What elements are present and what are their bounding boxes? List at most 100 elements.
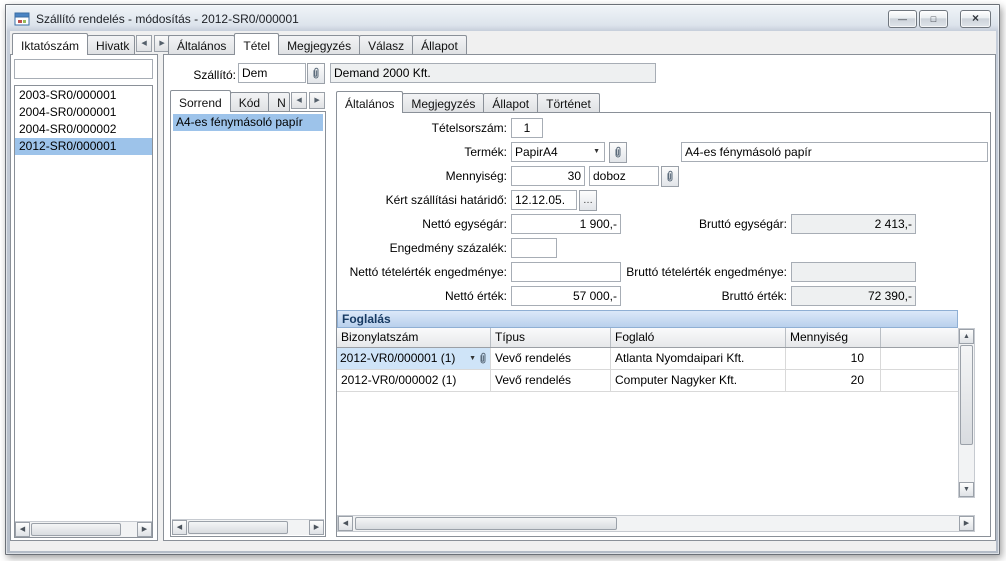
reservation-row[interactable]: 2012-VR0/000002 (1) Vevő rendelés Comput… [337,370,958,392]
tab-valasz[interactable]: Válasz [359,35,413,54]
list-item[interactable]: 2004-SR0/000002 [15,121,152,138]
tab-detail-allapot[interactable]: Állapot [483,93,538,112]
left-tab-strip: Iktatószám Hivatk ◀ ▶ [12,33,170,54]
supplier-name-field: Demand 2000 Kft. [330,63,656,83]
tab-detail-megjegyzes[interactable]: Megjegyzés [402,93,484,112]
tab-hivatkozas[interactable]: Hivatk [87,35,135,54]
scroll-left-icon[interactable]: ◀ [172,520,187,535]
tetelsorszam-input[interactable] [511,118,543,138]
tab-scroll-left-icon[interactable]: ◀ [136,35,152,52]
document-filter-input[interactable] [14,59,153,79]
scroll-down-icon[interactable]: ▼ [959,482,974,497]
tab-detail-altalanos[interactable]: Általános [336,91,403,113]
column-header-tipus[interactable]: Típus [491,328,611,347]
scroll-left-icon[interactable]: ◀ [338,516,353,531]
mennyiseg-input[interactable] [511,166,585,186]
unit-input[interactable] [589,166,659,186]
detail-panel-hscrollbar[interactable]: ◀ ▶ [337,515,975,532]
chevron-down-icon[interactable]: ▼ [469,351,476,366]
maximize-button[interactable]: □ [919,10,948,28]
reservation-row[interactable]: 2012-VR0/000001 (1) ▼ Vevő rendelés Atla… [337,348,958,370]
minimize-button[interactable]: — [888,10,917,28]
form-row: Tételsorszám: [337,118,988,138]
list-item-selected[interactable]: 2012-SR0/000001 [15,138,152,155]
reservation-section-header: Foglalás [337,310,958,328]
tab-scroll-right-icon[interactable]: ▶ [309,92,325,109]
tab-sorrend[interactable]: Sorrend [170,90,231,112]
tab-scroll-left-icon[interactable]: ◀ [291,92,307,109]
cell-filler [881,370,958,392]
scroll-thumb[interactable] [355,517,617,530]
tab-detail-tortenet[interactable]: Történet [537,93,600,112]
list-item[interactable]: 2004-SR0/000001 [15,104,152,121]
item-list-tab-strip: Sorrend Kód N ◀ ▶ [170,90,325,111]
termek-name-field: A4-es fénymásoló papír [681,142,988,162]
column-header-mennyiseg[interactable]: Mennyiség [786,328,881,347]
scroll-right-icon[interactable]: ▶ [959,516,974,531]
date-picker-button[interactable]: … [579,190,597,211]
form-row: Nettó egységár: Bruttó egységár: 2 413,- [337,214,988,234]
detail-tab-strip: Általános Megjegyzés Állapot Történet [336,91,599,112]
scroll-thumb[interactable] [31,523,121,536]
client-area: Iktatószám Hivatk ◀ ▶ 2003-SR0/000001 20… [10,31,996,551]
supplier-label: Szállító: [170,65,236,85]
titlebar[interactable]: Szállító rendelés - módosítás - 2012-SR0… [8,7,997,30]
tab-nev[interactable]: N [268,92,290,111]
scroll-thumb[interactable] [960,345,973,445]
close-button[interactable]: × [960,10,991,28]
order-item-selected[interactable]: A4-es fénymásoló papír [173,114,323,131]
supplier-code-input[interactable] [238,63,306,83]
cell-mennyiseg[interactable]: 10 [786,348,881,370]
cell-foglalo[interactable]: Computer Nagyker Kft. [611,370,786,392]
window-title: Szállító rendelés - módosítás - 2012-SR0… [36,12,299,26]
document-list-panel: 2003-SR0/000001 2004-SR0/000001 2004-SR0… [10,54,158,541]
scroll-thumb[interactable] [188,521,288,534]
scroll-right-icon[interactable]: ▶ [137,522,152,537]
paperclip-icon[interactable] [478,352,488,366]
cell-mennyiseg[interactable]: 20 [786,370,881,392]
unit-attachment-button[interactable] [661,166,679,187]
netto-engedmeny-label: Nettó tételérték engedménye: [307,262,507,282]
tab-allapot[interactable]: Állapot [412,35,467,54]
column-header-foglalo[interactable]: Foglaló [611,328,786,347]
form-row: Termék: PapirA4 ▼ A4-es fénymásoló papír [337,142,988,162]
reservation-grid-vscrollbar[interactable]: ▲ ▼ [958,328,975,498]
engedmeny-szazalek-input[interactable] [511,238,557,258]
column-header-bizonylatszam[interactable]: Bizonylatszám [337,328,491,347]
column-header-filler [881,328,958,347]
tab-kod[interactable]: Kód [230,92,269,111]
tab-megjegyzes[interactable]: Megjegyzés [278,35,360,54]
chevron-down-icon[interactable]: ▼ [592,144,601,160]
item-list-hscrollbar[interactable]: ◀ ▶ [172,519,324,535]
document-list-hscrollbar[interactable]: ◀ ▶ [15,521,152,537]
supplier-attachment-button[interactable] [307,63,325,84]
brutto-engedmeny-label: Bruttó tételérték engedménye: [587,262,787,282]
termek-combobox-value: PapirA4 [515,144,592,160]
hatarido-input[interactable] [511,190,577,210]
scroll-right-icon[interactable]: ▶ [309,520,324,535]
tab-tetel[interactable]: Tétel [234,33,279,55]
form-row: Mennyiség: [337,166,988,186]
cell-filler [881,348,958,370]
reservation-grid-header: Bizonylatszám Típus Foglaló Mennyiség [337,328,958,348]
app-window: Szállító rendelés - módosítás - 2012-SR0… [5,4,1000,555]
tetelsorszam-label: Tételsorszám: [307,118,507,138]
scroll-left-icon[interactable]: ◀ [15,522,30,537]
cell-foglalo[interactable]: Atlanta Nyomdaipari Kft. [611,348,786,370]
cell-tipus[interactable]: Vevő rendelés [491,348,611,370]
form-row: Nettó érték: Bruttó érték: 72 390,- [337,286,988,306]
cell-tipus[interactable]: Vevő rendelés [491,370,611,392]
document-list: 2003-SR0/000001 2004-SR0/000001 2004-SR0… [14,85,153,538]
app-icon[interactable] [14,11,30,27]
paperclip-icon [613,146,623,160]
tab-iktatoszam[interactable]: Iktatószám [12,33,88,55]
termek-combobox[interactable]: PapirA4 ▼ [511,142,605,162]
list-item[interactable]: 2003-SR0/000001 [15,87,152,104]
scroll-up-icon[interactable]: ▲ [959,329,974,344]
cell-bizonylatszam[interactable]: 2012-VR0/000002 (1) [337,370,491,392]
paperclip-icon [665,170,675,184]
tab-altalanos[interactable]: Általános [168,35,235,54]
termek-attachment-button[interactable] [609,142,627,163]
brutto-ertek-field: 72 390,- [791,286,916,306]
cell-bizonylatszam-selected[interactable]: 2012-VR0/000001 (1) ▼ [337,348,491,370]
